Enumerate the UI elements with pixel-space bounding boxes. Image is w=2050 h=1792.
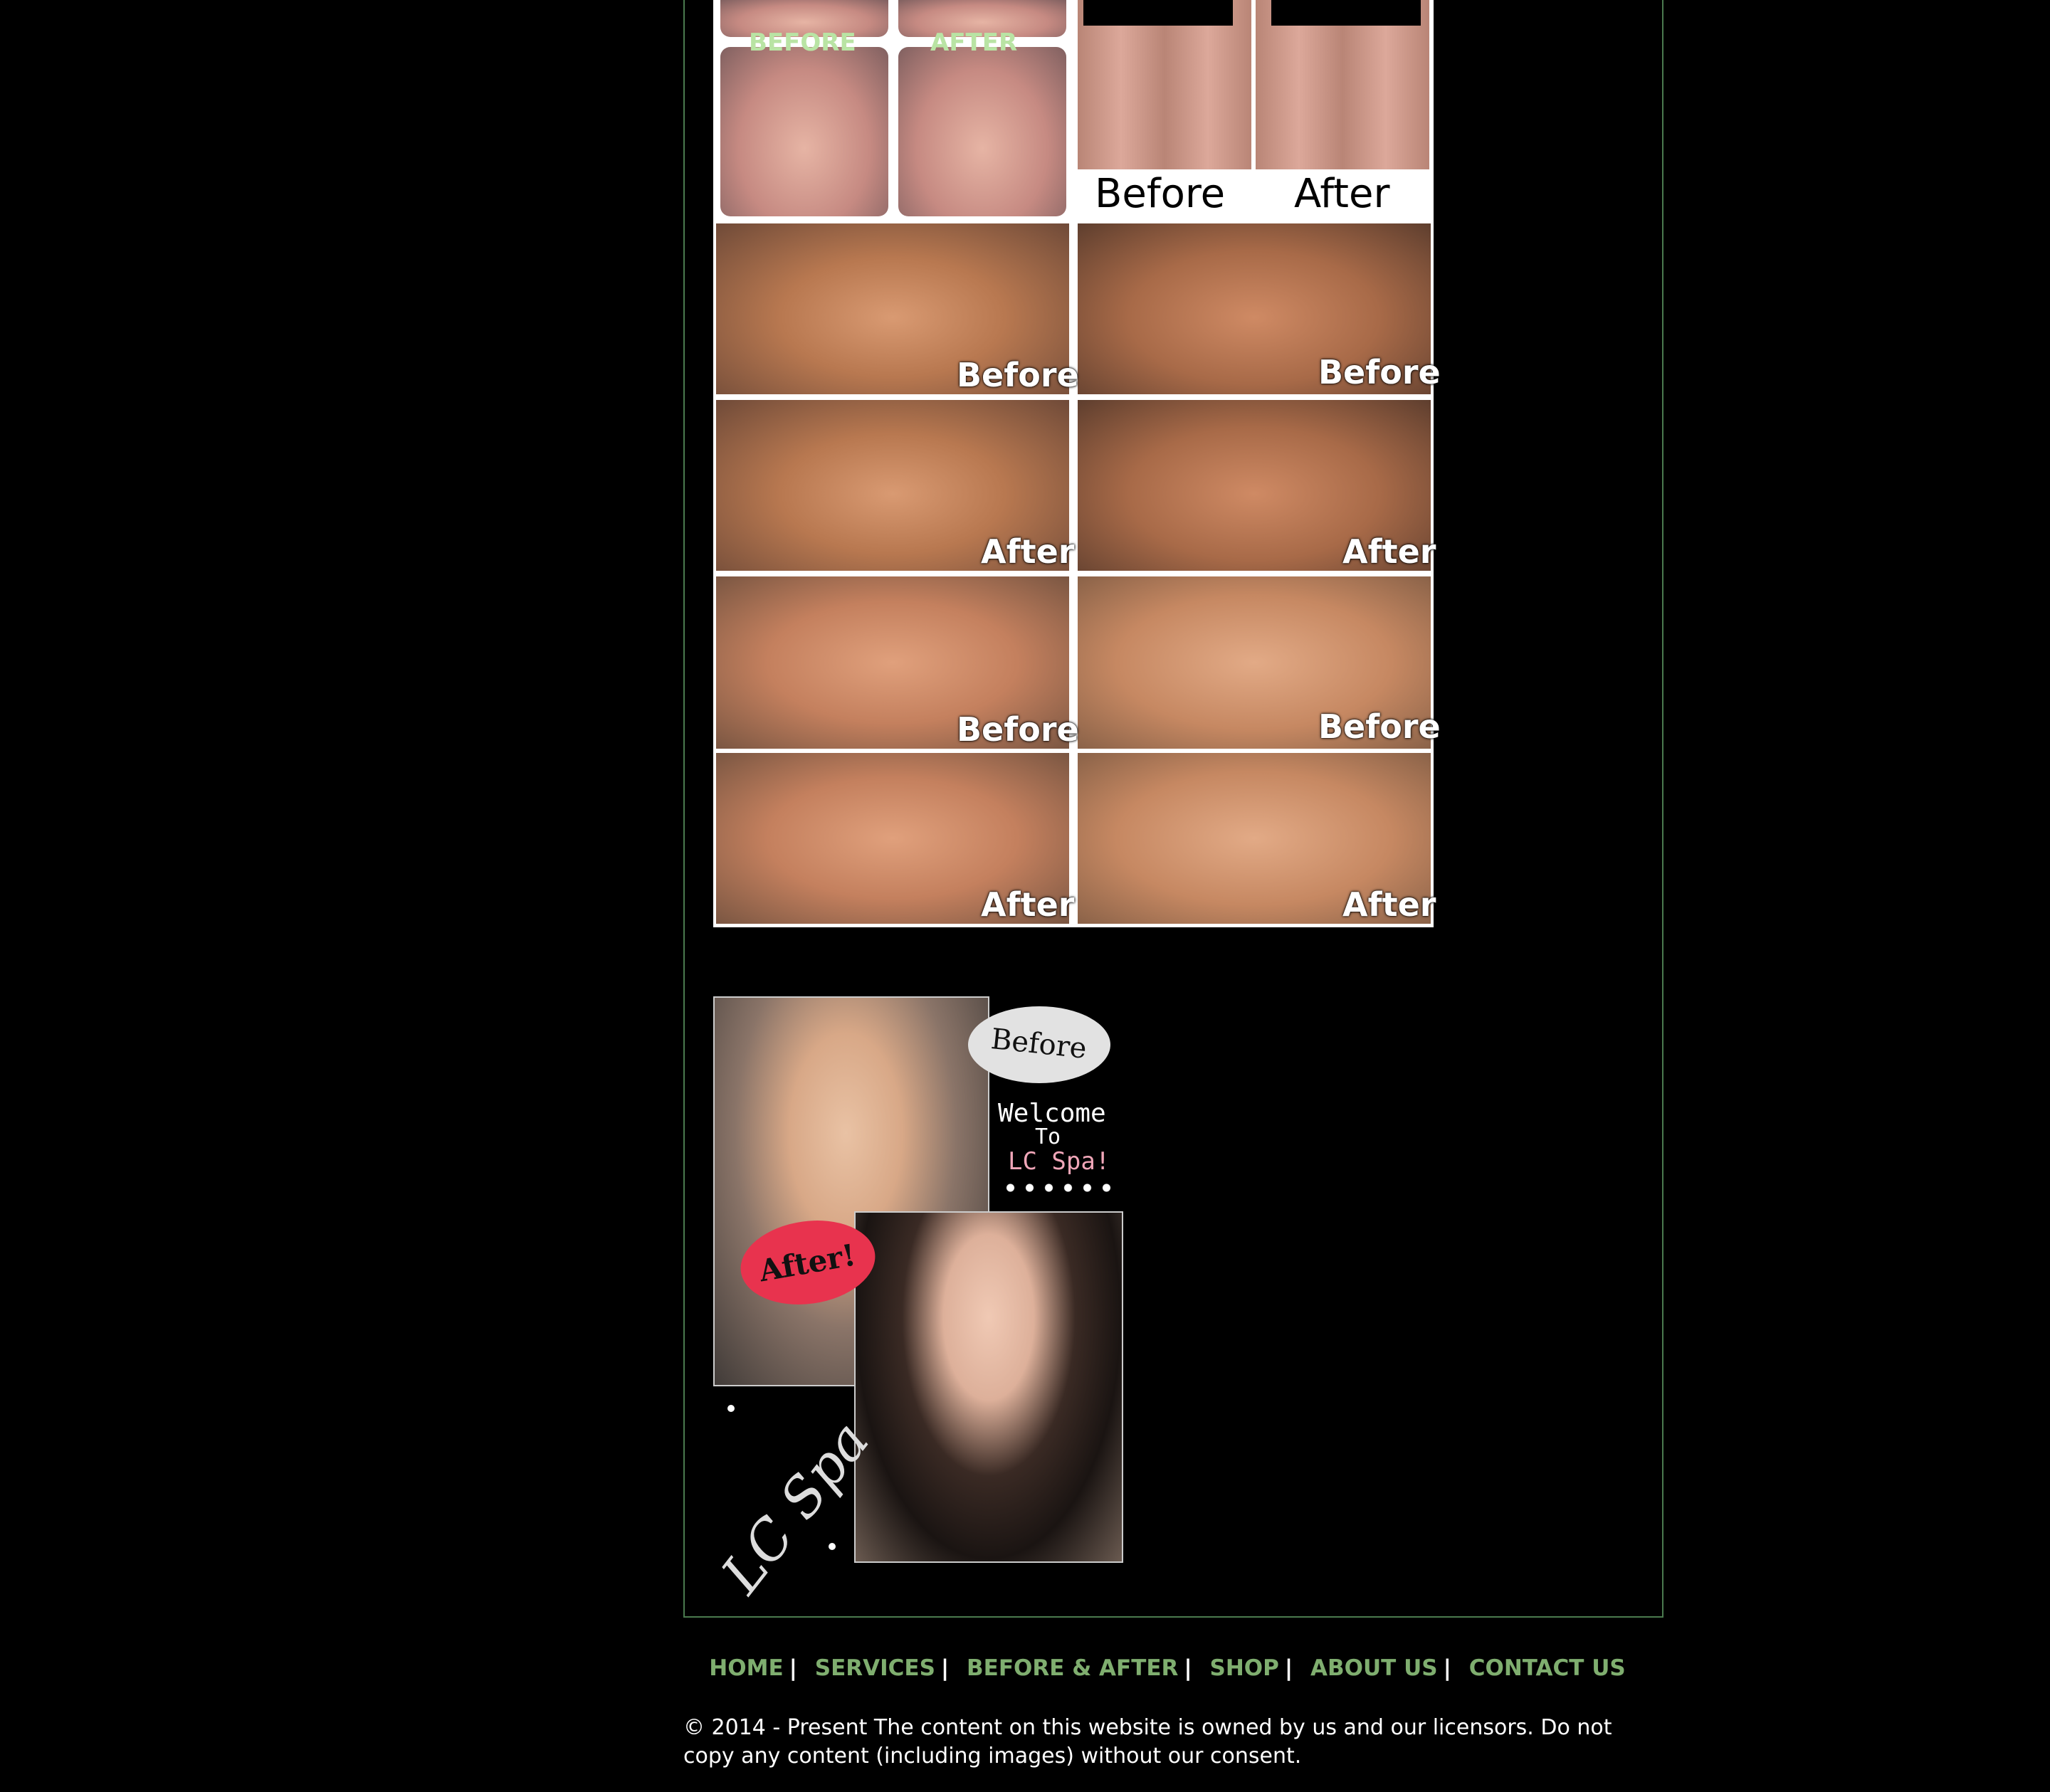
welcome-line-3: LC Spa! <box>1008 1147 1110 1176</box>
tile-label-4: After <box>1342 532 1436 571</box>
nav-before-after-link[interactable]: BEFORE & AFTER <box>967 1655 1178 1681</box>
footer-navigation: HOME | SERVICES | BEFORE & AFTER | SHOP | AB… <box>709 1655 1626 1681</box>
nav-about-us-link[interactable]: ABOUT US <box>1310 1655 1438 1681</box>
back-after-label: AFTER <box>930 28 1018 57</box>
after-face-photo <box>854 1211 1123 1563</box>
tile-label-1: Before <box>957 356 1079 394</box>
decorative-dot-2 <box>829 1543 836 1550</box>
facial-before-after-collage[interactable]: Before Welcome To LC Spa! After! LC Spa <box>709 996 1123 1605</box>
legs-before-censor-bar <box>1083 0 1233 26</box>
tile-label-8: After <box>1342 885 1436 924</box>
copyright-notice: © 2014 - Present The content on this web… <box>683 1715 1612 1769</box>
nav-contact-us-link[interactable]: CONTACT US <box>1469 1655 1626 1681</box>
body-before-after-collage[interactable]: BEFORE AFTER Before After Before Before … <box>713 0 1441 927</box>
decorative-dots <box>1001 1183 1115 1193</box>
nav-services-link[interactable]: SERVICES <box>815 1655 935 1681</box>
back-before-photo-lower <box>720 47 888 216</box>
welcome-line-2: To <box>1035 1124 1061 1149</box>
tile-label-6: Before <box>1318 707 1441 746</box>
welcome-line-1: Welcome <box>998 1099 1106 1128</box>
tile-label-3: After <box>981 532 1075 571</box>
nav-shop-link[interactable]: SHOP <box>1210 1655 1279 1681</box>
legs-after-censor-bar <box>1271 0 1421 26</box>
legs-after-label: After <box>1294 171 1390 217</box>
legs-before-label: Before <box>1095 171 1226 217</box>
tile-label-2: Before <box>1318 353 1441 391</box>
back-after-photo-lower <box>898 47 1066 216</box>
tile-label-7: After <box>981 885 1075 924</box>
nav-home-link[interactable]: HOME <box>709 1655 783 1681</box>
tile-label-5: Before <box>957 710 1079 749</box>
back-before-label: BEFORE <box>749 28 856 57</box>
decorative-dot-1 <box>727 1405 735 1412</box>
